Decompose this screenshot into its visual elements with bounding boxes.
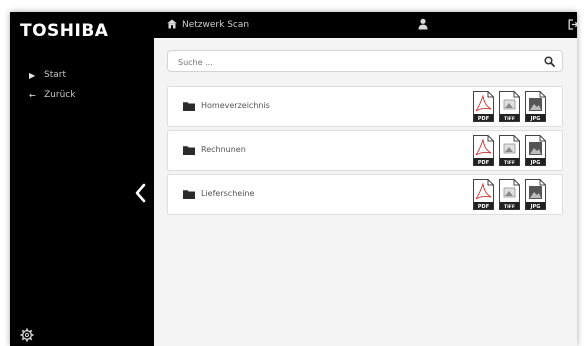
folder-row-lieferscheine[interactable]: Lieferscheine PDF TIFF JPG: [167, 174, 563, 215]
svg-text:TIFF: TIFF: [504, 160, 515, 166]
folder-row-homeverzeichnis[interactable]: Homeverzeichnis PDF TIFF JPG: [167, 86, 563, 127]
search-input[interactable]: [176, 54, 530, 70]
search-icon[interactable]: [544, 56, 555, 67]
collapse-sidebar-chevron-icon[interactable]: [133, 182, 147, 204]
sidebar-item-label: Zurück: [44, 90, 76, 100]
jpg-file-icon[interactable]: JPG: [525, 179, 546, 210]
svg-text:TIFF: TIFF: [504, 116, 515, 122]
tiff-file-icon[interactable]: TIFF: [499, 91, 520, 122]
svg-text:PDF: PDF: [478, 160, 489, 166]
logout-icon[interactable]: [568, 19, 577, 30]
jpg-file-icon[interactable]: JPG: [525, 135, 546, 166]
top-bar: Netzwerk Scan: [154, 12, 577, 38]
svg-text:JPG: JPG: [530, 160, 541, 166]
svg-text:TIFF: TIFF: [504, 204, 515, 210]
user-icon[interactable]: [418, 18, 428, 30]
svg-text:JPG: JPG: [530, 116, 541, 122]
jpg-file-icon[interactable]: JPG: [525, 91, 546, 122]
folder-label: Lieferscheine: [201, 189, 255, 198]
sidebar-item-start[interactable]: ▶ Start: [29, 67, 66, 83]
folder-icon: [183, 102, 195, 111]
page-title: Netzwerk Scan: [182, 20, 250, 30]
tiff-file-icon[interactable]: TIFF: [499, 179, 520, 210]
svg-text:PDF: PDF: [478, 204, 489, 210]
brand-logo: TOSHIBA: [20, 21, 109, 41]
svg-text:JPG: JPG: [530, 204, 541, 210]
svg-text:PDF: PDF: [478, 116, 489, 122]
gear-icon[interactable]: [20, 328, 34, 342]
pdf-file-icon[interactable]: PDF: [473, 135, 494, 166]
arrow-left-icon: ←: [29, 90, 36, 100]
home-icon[interactable]: [167, 19, 177, 29]
pdf-file-icon[interactable]: PDF: [473, 179, 494, 210]
tiff-file-icon[interactable]: TIFF: [499, 135, 520, 166]
sidebar-item-label: Start: [44, 70, 66, 80]
sidebar: TOSHIBA ▶ Start ← Zurück: [10, 12, 154, 346]
search-box: [167, 50, 563, 72]
folder-label: Homeverzeichnis: [201, 101, 270, 110]
app-screen: TOSHIBA ▶ Start ← Zurück Netzwerk Scan S…: [10, 12, 577, 346]
folder-label: Rechnunen: [201, 145, 246, 154]
sidebar-item-back[interactable]: ← Zurück: [29, 87, 75, 103]
folder-row-rechnunen[interactable]: Rechnunen PDF TIFF JPG: [167, 130, 563, 171]
play-icon: ▶: [29, 70, 36, 80]
folder-icon: [183, 146, 195, 155]
folder-icon: [183, 190, 195, 199]
pdf-file-icon[interactable]: PDF: [473, 91, 494, 122]
